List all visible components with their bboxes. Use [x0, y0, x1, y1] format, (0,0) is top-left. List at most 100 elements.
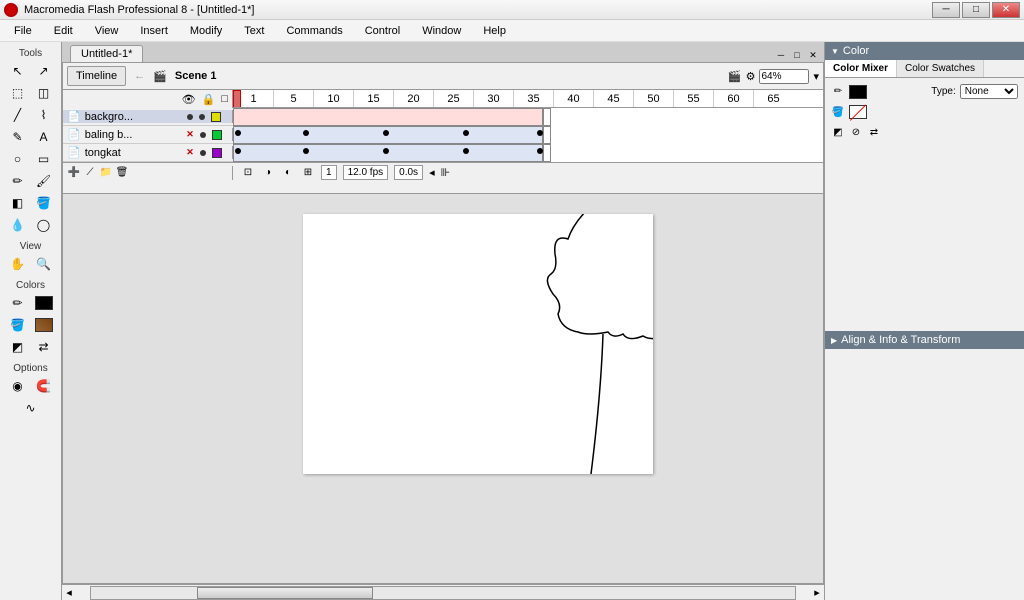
playhead[interactable]	[233, 90, 241, 108]
zoom-dropdown-icon[interactable]: ▾	[813, 70, 819, 83]
back-arrow-icon[interactable]: ←	[134, 70, 145, 82]
ruler-mark[interactable]: 65	[753, 90, 793, 108]
swap-colors[interactable]: ⇄	[32, 337, 56, 357]
doc-minimize[interactable]: ─	[774, 48, 788, 62]
color-swatches-tab[interactable]: Color Swatches	[897, 60, 984, 77]
fill-swatch[interactable]	[849, 105, 867, 119]
onion-skin-icon[interactable]: ◑	[261, 166, 275, 180]
zoom-tool[interactable]: 🔍	[32, 254, 56, 274]
color-mixer-tab[interactable]: Color Mixer	[825, 60, 897, 77]
horizontal-scrollbar[interactable]: ◂ ▸	[62, 584, 824, 600]
ruler-mark[interactable]: 10	[313, 90, 353, 108]
layer-row[interactable]: 📄tongkat✕	[63, 144, 823, 162]
menu-commands[interactable]: Commands	[276, 23, 352, 39]
menu-control[interactable]: Control	[355, 23, 410, 39]
gradient-transform-tool[interactable]: ◫	[32, 83, 56, 103]
outline-icon[interactable]: □	[221, 93, 228, 105]
onion-outline-icon[interactable]: ◐	[281, 166, 295, 180]
smooth-option[interactable]: ∿	[19, 398, 43, 418]
frames-track[interactable]	[233, 144, 823, 162]
stroke-pencil-icon[interactable]: ✏	[831, 85, 845, 99]
align-panel-title[interactable]: ▶ Align & Info & Transform	[825, 331, 1024, 349]
ruler-mark[interactable]: 50	[633, 90, 673, 108]
close-button[interactable]: ✕	[992, 2, 1020, 18]
outline-swatch[interactable]	[212, 130, 222, 140]
menu-insert[interactable]: Insert	[130, 23, 178, 39]
outline-swatch[interactable]	[211, 112, 221, 122]
ruler-mark[interactable]: 15	[353, 90, 393, 108]
stage[interactable]	[303, 214, 653, 474]
lock-icon[interactable]: 🔒	[202, 93, 216, 106]
fill-color[interactable]	[32, 315, 56, 335]
menu-file[interactable]: File	[4, 23, 42, 39]
ruler-mark[interactable]: 35	[513, 90, 553, 108]
ruler-mark[interactable]: 30	[473, 90, 513, 108]
frames-track[interactable]	[233, 108, 823, 126]
add-motion-guide-icon[interactable]: ⟋	[83, 166, 97, 180]
edit-scene-icon[interactable]: 🎬	[728, 70, 742, 83]
line-tool[interactable]: ╱	[6, 105, 30, 125]
visible-icon[interactable]	[187, 114, 193, 120]
brush-tool[interactable]: 🖌	[32, 171, 56, 191]
fill-bucket-icon[interactable]: 🪣	[831, 105, 845, 119]
stroke-color[interactable]	[32, 293, 56, 313]
swap-icon[interactable]: ⇄	[867, 125, 881, 139]
oval-tool[interactable]: ○	[6, 149, 30, 169]
bw-icon[interactable]: ◩	[831, 125, 845, 139]
color-panel-title[interactable]: ▼ Color	[825, 42, 1024, 60]
magnet-option[interactable]: 🧲	[32, 376, 56, 396]
eraser-tool[interactable]: ◯	[32, 215, 56, 235]
timeline-button[interactable]: Timeline	[67, 66, 126, 86]
stroke-swatch[interactable]	[849, 85, 867, 99]
free-transform-tool[interactable]: ⬚	[6, 83, 30, 103]
rectangle-tool[interactable]: ▭	[32, 149, 56, 169]
insert-layer-icon[interactable]: ➕	[67, 166, 81, 180]
doc-close[interactable]: ✕	[806, 48, 820, 62]
doc-maximize[interactable]: □	[790, 48, 804, 62]
pen-tool[interactable]: ✎	[6, 127, 30, 147]
maximize-button[interactable]: □	[962, 2, 990, 18]
layer-row[interactable]: 📄backgro...	[63, 108, 823, 126]
unlock-icon[interactable]	[199, 114, 205, 120]
lasso-tool[interactable]: ⌇	[32, 105, 56, 125]
pencil-tool[interactable]: ✏	[6, 171, 30, 191]
layer-row[interactable]: 📄baling b...✕	[63, 126, 823, 144]
frame-ruler[interactable]: 15101520253035404550556065	[233, 90, 823, 108]
eyedropper-tool[interactable]: 💧	[6, 215, 30, 235]
selection-tool[interactable]: ↖	[6, 61, 30, 81]
outline-swatch[interactable]	[212, 148, 222, 158]
scene-name[interactable]: Scene 1	[175, 70, 217, 82]
edit-symbols-icon[interactable]: ⚙	[746, 70, 756, 83]
ruler-mark[interactable]: 55	[673, 90, 713, 108]
canvas[interactable]	[62, 194, 824, 584]
ink-bottle-tool[interactable]: ◧	[6, 193, 30, 213]
scrollbar-thumb[interactable]	[197, 587, 373, 599]
delete-layer-icon[interactable]: 🗑	[115, 166, 129, 180]
ruler-mark[interactable]: 40	[553, 90, 593, 108]
center-frame-icon[interactable]: ⊡	[241, 166, 255, 180]
zoom-input[interactable]	[759, 69, 809, 84]
menu-view[interactable]: View	[85, 23, 129, 39]
hidden-icon[interactable]: ✕	[186, 129, 194, 140]
menu-text[interactable]: Text	[234, 23, 274, 39]
hidden-icon[interactable]: ✕	[186, 147, 194, 158]
scroll-left-icon[interactable]: ◂	[429, 166, 435, 179]
menu-modify[interactable]: Modify	[180, 23, 232, 39]
insert-folder-icon[interactable]: 📁	[99, 166, 113, 180]
minimize-button[interactable]: ─	[932, 2, 960, 18]
menu-help[interactable]: Help	[473, 23, 516, 39]
ruler-mark[interactable]: 45	[593, 90, 633, 108]
doc-tab[interactable]: Untitled-1*	[70, 45, 143, 62]
scroll-scrub-icon[interactable]: ⊪	[441, 166, 451, 179]
type-select[interactable]: None	[960, 84, 1018, 99]
menu-window[interactable]: Window	[412, 23, 471, 39]
menu-edit[interactable]: Edit	[44, 23, 83, 39]
ruler-mark[interactable]: 5	[273, 90, 313, 108]
edit-frames-icon[interactable]: ⊞	[301, 166, 315, 180]
scroll-left-button[interactable]: ◂	[62, 586, 76, 599]
ruler-mark[interactable]: 60	[713, 90, 753, 108]
unlock-icon[interactable]	[200, 150, 206, 156]
unlock-icon[interactable]	[200, 132, 206, 138]
frames-track[interactable]	[233, 126, 823, 144]
ruler-mark[interactable]: 25	[433, 90, 473, 108]
